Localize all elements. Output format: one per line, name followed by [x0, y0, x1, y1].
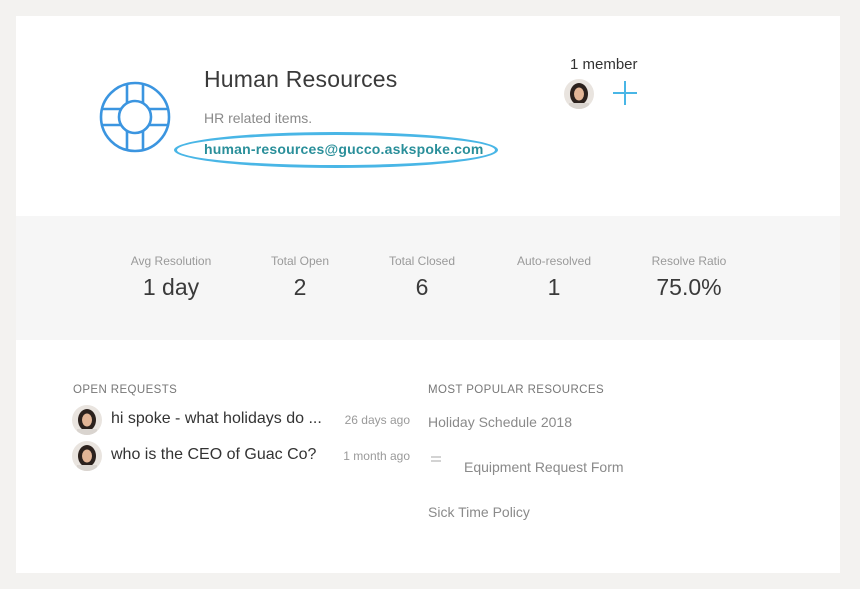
member-count: 1 member — [570, 56, 638, 73]
request-row[interactable]: who is the CEO of Guac Co? 1 month ago — [72, 441, 412, 473]
stat-auto-resolved: Auto-resolved 1 — [489, 254, 619, 301]
stat-value: 2 — [293, 274, 307, 300]
resource-item-equipment-request[interactable]: Equipment Request Form — [464, 459, 624, 475]
stat-label: Total Open — [270, 254, 330, 268]
popular-resources-title: MOST POPULAR RESOURCES — [428, 384, 605, 396]
stats-bar: Avg Resolution 1 day Total Open 2 Total … — [16, 216, 840, 340]
request-row[interactable]: hi spoke - what holidays do ... 26 days … — [72, 405, 412, 437]
resource-item-holiday-schedule[interactable]: Holiday Schedule 2018 — [428, 414, 572, 430]
open-requests-title: OPEN REQUESTS — [73, 384, 178, 396]
stat-value: 75.0% — [656, 274, 722, 300]
stat-label: Total Closed — [388, 254, 456, 268]
resource-item-sick-time[interactable]: Sick Time Policy — [428, 504, 530, 520]
request-text: who is the CEO of Guac Co? — [111, 446, 317, 463]
stat-label: Avg Resolution — [130, 254, 212, 268]
team-title: Human Resources — [204, 66, 398, 92]
member-avatar[interactable] — [564, 79, 594, 109]
stat-value: 6 — [415, 274, 429, 300]
lifebuoy-icon — [99, 81, 171, 153]
team-card: Human Resources HR related items. human-… — [16, 16, 840, 573]
requester-avatar — [72, 441, 102, 471]
team-description: HR related items. — [204, 110, 313, 126]
requester-avatar — [72, 405, 102, 435]
stat-value: 1 — [547, 274, 561, 300]
stat-total-closed: Total Closed 6 — [357, 254, 487, 301]
stat-label: Auto-resolved — [516, 254, 592, 268]
request-text: hi spoke - what holidays do ... — [111, 410, 322, 427]
stat-total-open: Total Open 2 — [235, 254, 365, 301]
add-member-plus-icon[interactable] — [612, 80, 638, 106]
stat-label: Resolve Ratio — [651, 254, 727, 268]
request-time: 26 days ago — [344, 413, 410, 427]
stat-value: 1 day — [142, 274, 200, 300]
stat-avg-resolution: Avg Resolution 1 day — [106, 254, 236, 301]
team-header: Human Resources HR related items. human-… — [16, 16, 840, 216]
stat-resolve-ratio: Resolve Ratio 75.0% — [624, 254, 754, 301]
list-icon — [431, 456, 441, 462]
team-email-link[interactable]: human-resources@gucco.askspoke.com — [204, 141, 484, 157]
request-time: 1 month ago — [343, 449, 410, 463]
